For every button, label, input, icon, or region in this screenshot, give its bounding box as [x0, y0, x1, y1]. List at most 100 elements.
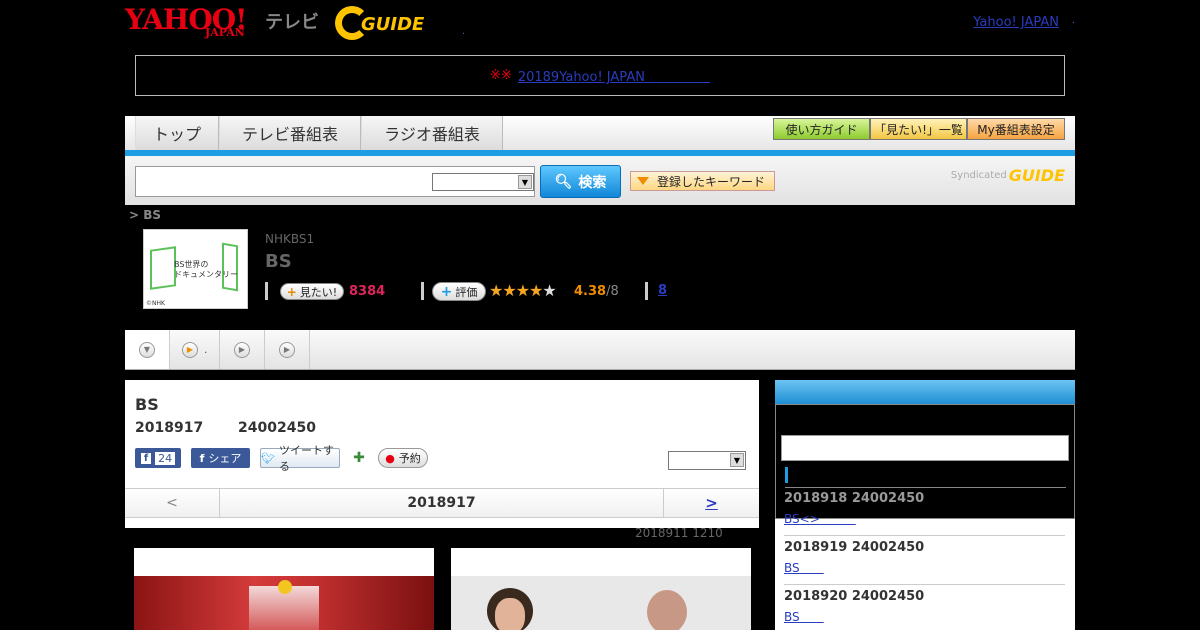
sidebar-divider [785, 487, 1066, 488]
page: YAHOO! JAPAN テレビ GUIDE . Yahoo! JAPAN . … [0, 0, 1200, 630]
chevron-down-icon: ▼ [518, 175, 532, 189]
sidebar-input[interactable] [781, 435, 1069, 461]
rating-stars: ★★★★★ [489, 281, 557, 300]
want-to-watch-label: 見たい! [299, 285, 338, 299]
twitter-icon: 🐦︎ [261, 451, 275, 465]
notice-marks: ※※ [490, 68, 512, 83]
play-icon: ▶ [234, 341, 250, 358]
facebook-like-button[interactable]: f 24 [135, 448, 181, 468]
update-timestamp: 2018911 1210 [635, 526, 723, 540]
chevron-down-icon: ▼ [730, 453, 744, 467]
person-face [495, 598, 525, 630]
my-schedule-settings-button[interactable]: My番組表設定 [967, 118, 1065, 140]
tab-radio-schedule[interactable]: ラジオ番組表 [361, 116, 503, 150]
plus-icon: + [286, 284, 297, 299]
search-category-select[interactable]: ▼ [432, 173, 534, 191]
program-title: BS [265, 251, 292, 272]
yahoo-logo-sub: JAPAN [205, 26, 245, 39]
list-divider [784, 535, 1065, 536]
program-thumbnail: BS世界の ドキュメンタリー ©NHK [143, 229, 248, 309]
gguide-logo[interactable]: GUIDE [335, 6, 435, 40]
want-to-watch-button[interactable]: + 見たい! [280, 283, 344, 300]
corridor-photo [134, 576, 434, 630]
person-face [647, 590, 687, 630]
site-header: YAHOO! JAPAN テレビ GUIDE . Yahoo! JAPAN . [125, 0, 1075, 48]
search-bar: ▼ 🔍︎ 検索 登録したキーワード Syndicated GUIDE [125, 156, 1075, 205]
stat-divider [265, 282, 268, 300]
list-item: 2018919 24002450 BS [784, 540, 1066, 576]
broadcast-time: 24002450 [238, 420, 316, 436]
star-empty-icon: ★ [542, 281, 556, 300]
schedule-link[interactable]: BS [784, 559, 824, 576]
star-icon: ★ [502, 281, 516, 300]
schedule-date: 2018918 24002450 [784, 491, 925, 506]
sidebar-header [775, 380, 1075, 404]
channel-name: NHKBS1 [265, 232, 315, 246]
rating-value: 4.38 [574, 284, 607, 299]
star-icon: ★ [489, 281, 503, 300]
play-icon: ▶ [279, 341, 295, 358]
search-button-label: 検索 [578, 174, 607, 191]
breadcrumb[interactable]: > BS [129, 208, 161, 222]
program-detail-panel: BS 2018917 24002450 f 24 f シェア 🐦︎ ツイートする… [125, 380, 759, 528]
tab-play-3[interactable]: ▶ [265, 330, 310, 369]
list-item: 2018920 24002450 BS [784, 589, 1066, 625]
star-icon: ★ [529, 281, 543, 300]
notice-link[interactable]: 20189Yahoo! JAPAN [518, 66, 710, 85]
search-button[interactable]: 🔍︎ 検索 [540, 165, 621, 198]
facebook-share-button[interactable]: f シェア [191, 448, 250, 468]
search-icon: 🔍︎ [554, 173, 573, 190]
syndicated-label: Syndicated [950, 170, 1007, 181]
want-count: 8384 [349, 284, 386, 299]
list-divider [784, 584, 1065, 585]
thumbnail-shape [150, 246, 176, 290]
figure-head [278, 580, 292, 594]
reserve-button[interactable]: ● 予約 [378, 448, 428, 468]
reserve-label: 予約 [398, 452, 421, 465]
tweet-label: ツイートする [278, 444, 334, 473]
tab-top[interactable]: トップ [135, 116, 219, 150]
review-count-link[interactable]: 8 [658, 283, 667, 298]
detail-tabstrip: ▼ ▶ . ▶ ▶ [125, 330, 1075, 370]
tweet-button[interactable]: 🐦︎ ツイートする [260, 444, 340, 473]
stat-divider [421, 282, 424, 300]
dropdown-triangle-icon [637, 177, 649, 185]
main-nav: トップ テレビ番組表 ラジオ番組表 使い方ガイド 「見たい!」一覧 My番組表設… [125, 116, 1075, 156]
sidebar-section-marker [785, 467, 788, 483]
schedule-date: 2018919 24002450 [784, 540, 925, 555]
yahoo-japan-link[interactable]: Yahoo! JAPAN [973, 15, 1059, 30]
tab-tv-schedule[interactable]: テレビ番組表 [219, 116, 361, 150]
play-icon: ▶ [182, 341, 198, 358]
tab-play-1[interactable]: ▶ . [170, 330, 220, 369]
tab-detail[interactable]: ▼ [125, 330, 170, 369]
schedule-date: 2018920 24002450 [784, 589, 925, 604]
program-image [134, 548, 434, 630]
detail-title: BS [135, 395, 159, 414]
schedule-link[interactable]: BS<> [784, 510, 856, 527]
gguide-logo-text: GUIDE [361, 14, 425, 35]
saved-keywords-button[interactable]: 登録したキーワード [630, 171, 775, 191]
bookmark-icon[interactable]: ✚ [349, 448, 369, 468]
portrait-photo [451, 576, 751, 630]
sidebar: 2018918 24002450 BS<> 2018919 24002450 B… [775, 380, 1075, 630]
tv-label[interactable]: テレビ [265, 8, 319, 34]
saved-keywords-label: 登録したキーワード [657, 174, 766, 189]
schedule-link[interactable]: BS [784, 608, 824, 625]
tab-play-dot: . [204, 343, 208, 356]
facebook-count: 24 [155, 451, 176, 465]
tab-play-2[interactable]: ▶ [220, 330, 265, 369]
guide-button[interactable]: 使い方ガイド [773, 118, 870, 140]
rate-button[interactable]: + 評価 [432, 282, 486, 301]
program-image [451, 548, 751, 630]
recorder-select[interactable]: ▼ [668, 451, 746, 470]
plus-icon: + [440, 283, 453, 300]
chevron-down-icon: ▼ [139, 341, 155, 358]
want-list-button[interactable]: 「見たい!」一覧 [870, 118, 967, 140]
notice-box: ※※ 20189Yahoo! JAPAN [135, 55, 1065, 96]
rating-max: /8 [606, 284, 619, 299]
facebook-icon: f [140, 452, 152, 464]
pager-prev[interactable]: < [125, 489, 220, 517]
pager-next[interactable]: > [663, 489, 759, 517]
pager-current-date: 2018917 [407, 495, 476, 511]
thumbnail-credit: ©NHK [146, 300, 165, 307]
